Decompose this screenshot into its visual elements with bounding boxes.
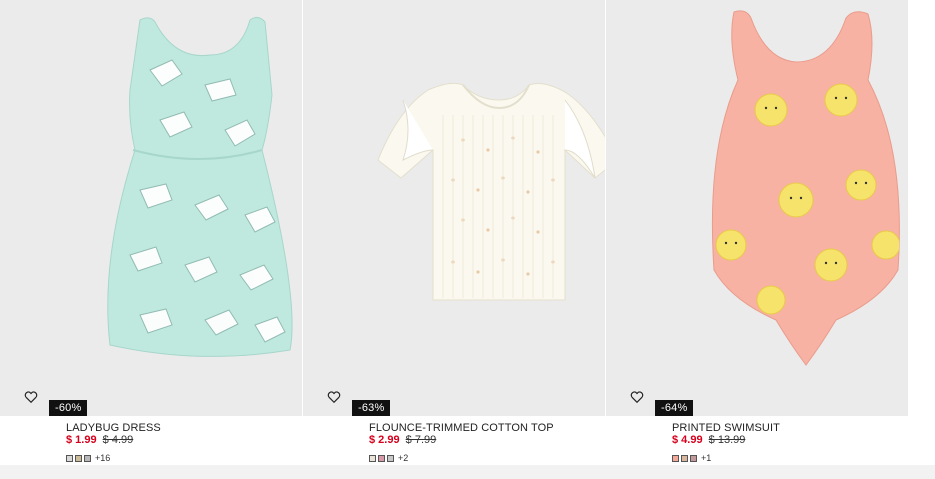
color-swatch[interactable] bbox=[75, 454, 82, 462]
discount-badge: -63% bbox=[352, 400, 391, 416]
original-price: $ 7.99 bbox=[405, 434, 437, 446]
color-swatch[interactable] bbox=[681, 454, 688, 462]
heart-icon[interactable] bbox=[630, 390, 644, 404]
product-card[interactable]: -60% LADYBUG DRESS $ 1.99 $ 4.99 +16 bbox=[0, 0, 302, 479]
discount-badge: -64% bbox=[655, 400, 694, 416]
original-price: $ 4.99 bbox=[102, 434, 134, 446]
color-swatch[interactable] bbox=[66, 454, 73, 462]
sale-price: $ 1.99 bbox=[66, 434, 97, 446]
bottom-divider bbox=[0, 465, 935, 479]
color-swatch[interactable] bbox=[369, 454, 376, 462]
product-card[interactable]: -63% FLOUNCE-TRIMMED COTTON TOP $ 2.99 $… bbox=[303, 0, 605, 479]
pink-swimsuit-image bbox=[711, 10, 900, 366]
more-colors-count: +16 bbox=[95, 452, 111, 463]
color-swatch[interactable] bbox=[387, 454, 394, 462]
product-name[interactable]: LADYBUG DRESS bbox=[66, 422, 161, 434]
product-name[interactable]: PRINTED SWIMSUIT bbox=[672, 422, 780, 434]
cream-top-image bbox=[377, 82, 605, 301]
color-swatches: +1 bbox=[672, 453, 711, 463]
heart-icon[interactable] bbox=[24, 390, 38, 404]
color-swatches: +16 bbox=[66, 453, 110, 463]
mint-dress-image bbox=[107, 16, 293, 357]
color-swatch[interactable] bbox=[690, 454, 697, 462]
price-row: $ 1.99 $ 4.99 bbox=[66, 434, 133, 446]
product-card[interactable]: -64% PRINTED SWIMSUIT $ 4.99 $ 13.99 +1 bbox=[606, 0, 908, 479]
color-swatch[interactable] bbox=[84, 454, 91, 462]
product-image[interactable] bbox=[303, 0, 605, 416]
color-swatches: +2 bbox=[369, 453, 408, 463]
product-image[interactable] bbox=[606, 0, 908, 416]
sale-price: $ 4.99 bbox=[672, 434, 703, 446]
product-image[interactable] bbox=[0, 0, 302, 416]
color-swatch[interactable] bbox=[672, 454, 679, 462]
heart-icon[interactable] bbox=[327, 390, 341, 404]
sale-price: $ 2.99 bbox=[369, 434, 400, 446]
discount-badge: -60% bbox=[49, 400, 88, 416]
more-colors-count: +2 bbox=[398, 452, 409, 463]
original-price: $ 13.99 bbox=[708, 434, 746, 446]
price-row: $ 4.99 $ 13.99 bbox=[672, 434, 745, 446]
product-name[interactable]: FLOUNCE-TRIMMED COTTON TOP bbox=[369, 422, 554, 434]
product-grid: -60% LADYBUG DRESS $ 1.99 $ 4.99 +16 -63… bbox=[0, 0, 935, 479]
color-swatch[interactable] bbox=[378, 454, 385, 462]
more-colors-count: +1 bbox=[701, 452, 712, 463]
price-row: $ 2.99 $ 7.99 bbox=[369, 434, 436, 446]
